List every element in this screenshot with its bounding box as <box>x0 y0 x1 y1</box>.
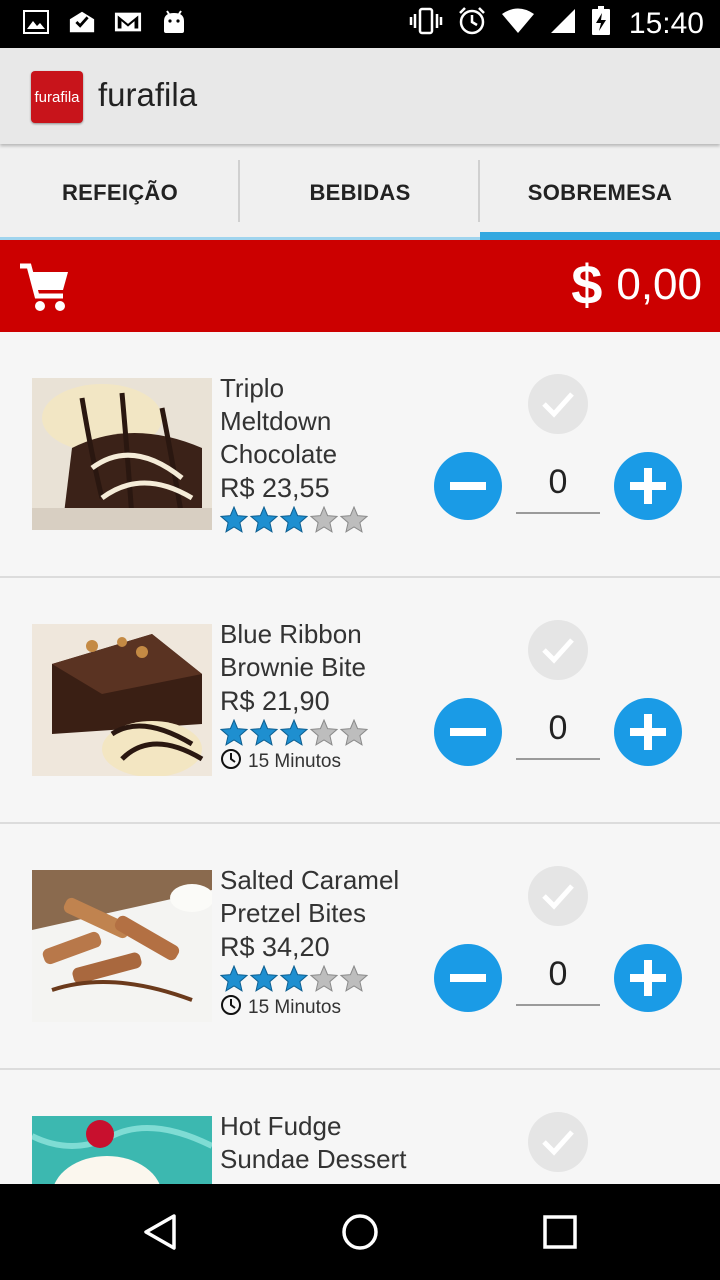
star-filled-icon <box>280 506 308 533</box>
star-filled-icon <box>220 506 248 533</box>
quantity-field[interactable]: 0 <box>516 702 600 760</box>
category-tabs: REFEIÇÃO BEBIDAS SOBREMESA <box>0 146 720 240</box>
star-filled-icon <box>220 965 248 992</box>
rating-stars <box>220 965 420 992</box>
select-check-button[interactable] <box>528 866 588 926</box>
system-nav-bar <box>0 1184 720 1280</box>
list-item: Blue Ribbon Brownie Bite R$ 21,90 15 Min… <box>0 578 720 824</box>
app-title: furafila <box>98 76 198 113</box>
select-check-button[interactable] <box>528 1112 588 1172</box>
product-name-line: Blue Ribbon <box>220 619 362 649</box>
quantity-field[interactable]: 0 <box>516 456 600 514</box>
status-bar: 15:40 <box>0 0 720 48</box>
cart-icon[interactable] <box>18 260 72 314</box>
product-name-line: Salted Caramel <box>220 865 400 895</box>
tab-label: BEBIDAS <box>309 180 411 205</box>
select-check-button[interactable] <box>528 374 588 434</box>
product-list[interactable]: Triplo Meltdown Chocolate R$ 23,55 0 Blu… <box>0 332 720 1184</box>
star-empty-icon <box>340 965 368 992</box>
star-empty-icon <box>310 719 338 746</box>
star-filled-icon <box>280 719 308 746</box>
select-check-button[interactable] <box>528 620 588 680</box>
mail-check-icon <box>68 8 96 36</box>
rating-stars <box>220 719 420 746</box>
product-price: R$ 23,55 <box>220 473 330 503</box>
cart-total: $ 0,00 <box>571 252 702 317</box>
app-logo: furafila <box>31 71 83 123</box>
star-empty-icon <box>310 506 338 533</box>
android-icon <box>160 8 188 36</box>
recents-icon[interactable] <box>540 1212 580 1252</box>
product-name-line: Triplo <box>220 373 285 403</box>
cart-total-value: 0,00 <box>616 259 702 309</box>
product-name-line: Hot Fudge <box>220 1111 342 1141</box>
star-filled-icon <box>280 965 308 992</box>
status-time: 15:40 <box>628 6 704 40</box>
back-icon[interactable] <box>140 1212 180 1252</box>
decrease-button[interactable] <box>434 944 502 1012</box>
cart-bar[interactable]: $ 0,00 <box>0 240 720 332</box>
star-filled-icon <box>250 965 278 992</box>
product-info: Triplo Meltdown Chocolate R$ 23,55 <box>220 372 420 533</box>
product-name-line: Pretzel Bites <box>220 898 366 928</box>
app-logo-text: furafila <box>34 88 80 106</box>
product-name-line: Sundae Dessert <box>220 1144 407 1174</box>
product-price: R$ 34,20 <box>220 932 330 962</box>
prep-time-text: 15 Minutos <box>248 751 341 772</box>
product-image <box>32 870 212 1022</box>
tab-bebidas[interactable]: BEBIDAS <box>240 146 480 240</box>
prep-time: 15 Minutos <box>220 994 420 1022</box>
tab-label: SOBREMESA <box>527 180 673 205</box>
star-empty-icon <box>340 506 368 533</box>
product-name-line: Brownie Bite <box>220 652 366 682</box>
gmail-icon <box>114 8 142 36</box>
alarm-icon <box>457 6 487 41</box>
tab-sobremesa[interactable]: SOBREMESA <box>480 146 720 240</box>
product-image <box>32 624 212 776</box>
wifi-icon <box>501 7 535 40</box>
signal-icon <box>549 7 577 40</box>
star-filled-icon <box>250 506 278 533</box>
vibrate-icon <box>409 7 443 40</box>
product-name-line: Chocolate <box>220 439 338 469</box>
clock-icon <box>220 994 242 1022</box>
increase-button[interactable] <box>614 452 682 520</box>
product-image <box>32 1116 212 1184</box>
list-item: Salted Caramel Pretzel Bites R$ 34,20 15… <box>0 824 720 1070</box>
home-icon[interactable] <box>340 1212 380 1252</box>
prep-time-text: 15 Minutos <box>248 997 341 1018</box>
product-info: Hot Fudge Sundae Dessert <box>220 1110 420 1176</box>
decrease-button[interactable] <box>434 452 502 520</box>
product-info: Blue Ribbon Brownie Bite R$ 21,90 15 Min… <box>220 618 420 776</box>
increase-button[interactable] <box>614 944 682 1012</box>
app-bar: furafila furafila <box>0 48 720 144</box>
battery-charging-icon <box>591 6 611 41</box>
star-filled-icon <box>250 719 278 746</box>
product-price: R$ 21,90 <box>220 686 330 716</box>
star-empty-icon <box>310 965 338 992</box>
increase-button[interactable] <box>614 698 682 766</box>
star-empty-icon <box>340 719 368 746</box>
list-item: Triplo Meltdown Chocolate R$ 23,55 0 <box>0 332 720 578</box>
image-icon <box>22 8 50 36</box>
tab-label: REFEIÇÃO <box>61 180 179 205</box>
product-info: Salted Caramel Pretzel Bites R$ 34,20 15… <box>220 864 420 1022</box>
tab-refeicao[interactable]: REFEIÇÃO <box>0 146 240 240</box>
product-name-line: Meltdown <box>220 406 332 436</box>
tab-indicator-active <box>480 232 720 240</box>
clock-icon <box>220 748 242 776</box>
list-item: Hot Fudge Sundae Dessert <box>0 1070 720 1184</box>
decrease-button[interactable] <box>434 698 502 766</box>
star-filled-icon <box>220 719 248 746</box>
rating-stars <box>220 506 420 533</box>
product-image <box>32 378 212 530</box>
quantity-field[interactable]: 0 <box>516 948 600 1006</box>
prep-time: 15 Minutos <box>220 748 420 776</box>
currency-symbol: $ <box>571 253 603 316</box>
